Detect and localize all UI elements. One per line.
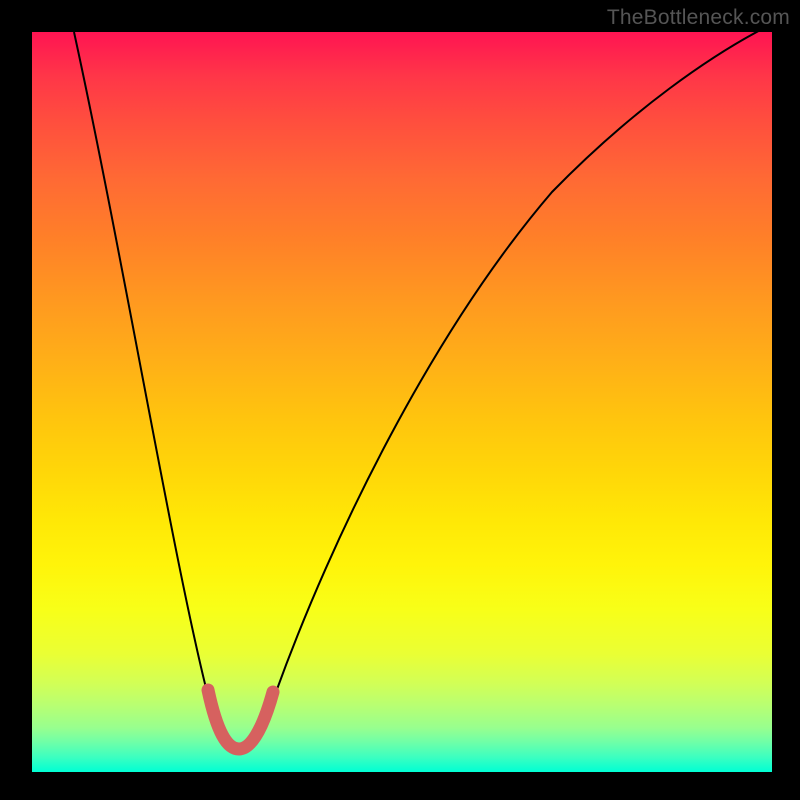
chart-plot-area bbox=[32, 32, 772, 772]
chart-svg bbox=[32, 32, 772, 772]
optimal-highlight bbox=[208, 690, 273, 749]
watermark: TheBottleneck.com bbox=[607, 6, 790, 30]
bottleneck-curve bbox=[74, 32, 772, 752]
